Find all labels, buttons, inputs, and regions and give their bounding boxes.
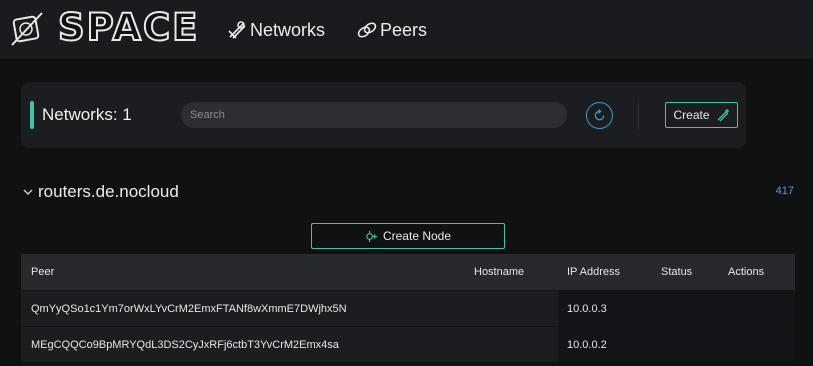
brand-logo-text: SPACE: [57, 5, 200, 50]
accent-bar: [30, 101, 34, 129]
nav-peers-link[interactable]: Peers: [356, 16, 427, 44]
space-logo-icon: [11, 12, 43, 46]
peers-icon: [357, 22, 377, 38]
network-group-toggle[interactable]: routers.de.nocloud: [22, 181, 179, 203]
nav-networks-link[interactable]: Networks: [226, 16, 325, 44]
networks-icon: [228, 21, 246, 39]
peer-id-cell: QmYyQSo1c1Ym7orWxLYvCrM2EmxFTANf8wXmmE7D…: [31, 303, 347, 315]
table-header: Peer Hostname IP Address Status Actions: [21, 254, 795, 290]
create-node-label: Create Node: [382, 229, 452, 243]
ip-address-value: 10.0.0.2: [567, 339, 607, 351]
column-header-peer[interactable]: Peer: [31, 266, 54, 278]
create-button-label: Create: [673, 108, 710, 122]
nav-networks-label: Networks: [250, 19, 326, 40]
peer-id-cell: MEgCQQCo9BpMRYQdL3DS2CyJxRFj6ctbT3YvCrM2…: [31, 339, 339, 351]
create-network-icon: [717, 109, 729, 122]
ip-address-value: 10.0.0.3: [567, 303, 607, 315]
create-node-button[interactable]: Create Node: [311, 223, 505, 249]
ip-address-cell: 10.0.0.2: [558, 327, 795, 362]
table-row[interactable]: QmYyQSo1c1Ym7orWxLYvCrM2EmxFTANf8wXmmE7D…: [21, 290, 795, 326]
ip-address-cell: 10.0.0.3: [558, 291, 795, 326]
column-header-status[interactable]: Status: [661, 266, 692, 278]
networks-toolbar: Networks: 1 Create: [21, 82, 746, 148]
nav-peers-label: Peers: [380, 19, 428, 40]
table-row[interactable]: MEgCQQCo9BpMRYQdL3DS2CyJxRFj6ctbT3YvCrM2…: [21, 326, 795, 362]
peers-table: Peer Hostname IP Address Status Actions …: [21, 254, 795, 362]
network-peer-count: 417: [775, 185, 794, 197]
search-input[interactable]: [181, 102, 567, 128]
refresh-icon: [594, 109, 605, 121]
chevron-down-icon: [23, 189, 33, 195]
create-node-icon: [366, 230, 378, 242]
refresh-button[interactable]: [586, 102, 613, 129]
column-header-ip-address[interactable]: IP Address: [567, 266, 620, 278]
network-name: routers.de.nocloud: [38, 182, 179, 201]
page-title: Networks: 1: [42, 105, 132, 124]
column-header-actions: Actions: [728, 266, 765, 278]
toolbar-divider: [638, 100, 639, 130]
create-network-button[interactable]: Create: [665, 102, 738, 128]
top-navigation-bar: SPACE Networks Peers: [0, 0, 813, 58]
column-header-hostname[interactable]: Hostname: [474, 266, 524, 278]
